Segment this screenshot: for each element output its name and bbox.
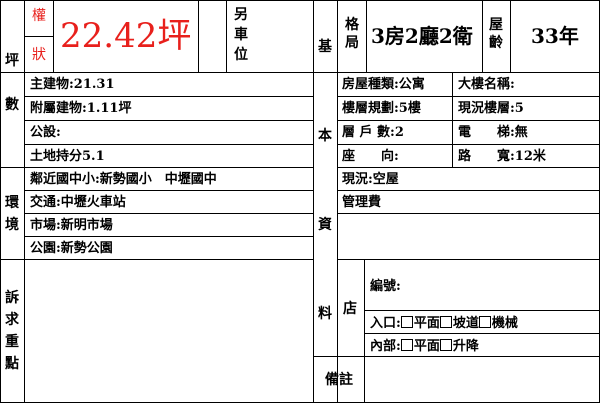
env-row-line-1 <box>24 190 313 191</box>
basic-data-label: 基 本 資 料 <box>313 40 337 321</box>
interior-flat-checkbox[interactable] <box>400 339 413 351</box>
basic-row-line-6 <box>337 213 600 214</box>
property-info-sheet: 權 狀 22.42坪 另 車 位 格 局 3房2廳2衛 屋 齡 33年 坪 數 … <box>0 0 600 403</box>
env-row-line-3 <box>24 236 313 237</box>
ping-row-line-2 <box>24 120 313 121</box>
ping-row-line-1 <box>24 96 313 97</box>
env-char-1: 環 <box>5 195 19 211</box>
market-text: 市場:新明市場 <box>30 218 113 233</box>
elevator-text: 電 梯:無 <box>458 125 528 140</box>
middle-right-divider <box>337 0 338 403</box>
basic-section-bottom <box>337 259 600 260</box>
ping-section-bottom <box>0 167 313 168</box>
shop-section-bottom <box>313 356 600 357</box>
ping-row-line-3 <box>24 144 313 145</box>
land-share-text: 土地持分5.1 <box>30 149 105 164</box>
building-name-text: 大樓名稱: <box>458 77 515 92</box>
entrance-flat-label: 平面 <box>413 316 440 331</box>
floor-plan-text: 樓層規劃:5樓 <box>342 101 421 116</box>
remarks-label: 備註 <box>325 372 353 388</box>
appeal-section-label: 訴 求 重 點 <box>0 291 24 371</box>
env-char-2: 境 <box>5 217 19 233</box>
public-facility-text: 公設: <box>30 125 61 140</box>
basic-row-line-1 <box>337 96 600 97</box>
shop-label-divider <box>364 259 365 356</box>
area-value-divider <box>198 0 199 72</box>
units-per-floor-text: 層 戶 數:2 <box>342 125 404 140</box>
entrance-mechanical-label: 機械 <box>491 316 518 331</box>
management-fee-text: 管理費 <box>342 195 382 210</box>
area-label-divider <box>53 0 54 72</box>
entrance-ramp-label: 坡道 <box>452 316 479 331</box>
env-row-line-2 <box>24 213 313 214</box>
ping-section-label: 坪 數 <box>0 54 24 112</box>
basic-row-line-5 <box>337 190 600 191</box>
environment-section-label: 環 境 <box>0 196 24 232</box>
age-value: 33年 <box>531 24 579 48</box>
transport-text: 交通:中壢火車站 <box>30 195 126 210</box>
ping-char-2: 數 <box>5 97 19 113</box>
header-bottom-line <box>0 72 600 73</box>
basic-row-line-2 <box>337 120 600 121</box>
ping-char-1: 坪 <box>5 53 19 69</box>
basic-center-divider <box>452 72 453 167</box>
remarks-label-divider <box>364 356 365 403</box>
parking-divider <box>226 0 227 72</box>
shop-interior-row: 內部: 平面 升降 <box>370 339 479 353</box>
status-text: 現況:空屋 <box>342 172 399 187</box>
shop-number-text: 編號: <box>370 279 401 294</box>
interior-prefix: 內部: <box>370 339 401 354</box>
area-value: 22.42坪 <box>60 16 192 56</box>
interior-flat-label: 平面 <box>413 339 440 354</box>
house-type-text: 房屋種類:公寓 <box>342 77 425 92</box>
appeal-char-4: 點 <box>5 356 19 372</box>
parking-char-1: 另 <box>234 7 248 23</box>
main-building-text: 主建物:21.31 <box>30 77 115 92</box>
road-width-text: 路 寬:12米 <box>458 149 546 164</box>
area-label-top: 權 <box>32 8 46 24</box>
basic-row-line-3 <box>337 144 600 145</box>
layout-label: 格 局 <box>340 18 364 50</box>
layout-char-1: 格 <box>345 17 359 33</box>
age-label-divider <box>510 0 511 72</box>
interior-lift-label: 升降 <box>452 339 479 354</box>
entrance-flat-checkbox[interactable] <box>400 316 413 328</box>
basic-row-line-4 <box>337 167 600 168</box>
env-section-bottom <box>0 259 313 260</box>
basic-char-1: 基 <box>318 39 332 55</box>
age-label: 屋 齡 <box>484 18 508 50</box>
orientation-text: 座 向: <box>342 149 399 164</box>
age-char-1: 屋 <box>489 17 503 33</box>
appeal-char-2: 求 <box>5 312 19 328</box>
shop-row-line-1 <box>364 310 600 311</box>
entrance-ramp-checkbox[interactable] <box>439 316 452 328</box>
entrance-prefix: 入口: <box>370 316 401 331</box>
layout-value-divider <box>482 0 483 72</box>
park-text: 公園:新勢公園 <box>30 241 113 256</box>
basic-char-4: 料 <box>318 306 332 322</box>
basic-char-2: 本 <box>318 128 332 144</box>
shop-row-line-2 <box>364 333 600 334</box>
school-text: 鄰近國中小:新勢國小 中壢國中 <box>30 172 217 187</box>
entrance-mechanical-checkbox[interactable] <box>478 316 491 328</box>
area-label-split <box>24 36 53 37</box>
attached-building-text: 附屬建物:1.11坪 <box>30 101 132 116</box>
appeal-char-3: 重 <box>5 334 19 350</box>
shop-label: 店 <box>343 301 357 317</box>
left-label-divider <box>24 0 25 403</box>
layout-label-divider <box>366 0 367 72</box>
appeal-char-1: 訴 <box>5 290 19 306</box>
area-label-bottom: 狀 <box>32 47 46 63</box>
layout-value: 3房2廳2衛 <box>371 24 473 48</box>
current-floor-text: 現況樓層:5 <box>458 101 524 116</box>
shop-entrance-row: 入口: 平面 坡道 機械 <box>370 316 518 330</box>
basic-char-3: 資 <box>318 217 332 233</box>
parking-char-2: 車 <box>234 27 248 43</box>
age-char-2: 齡 <box>489 35 503 51</box>
interior-lift-checkbox[interactable] <box>439 339 452 351</box>
parking-char-3: 位 <box>234 47 248 63</box>
parking-label: 另 車 位 <box>229 8 253 62</box>
layout-char-2: 局 <box>345 35 359 51</box>
